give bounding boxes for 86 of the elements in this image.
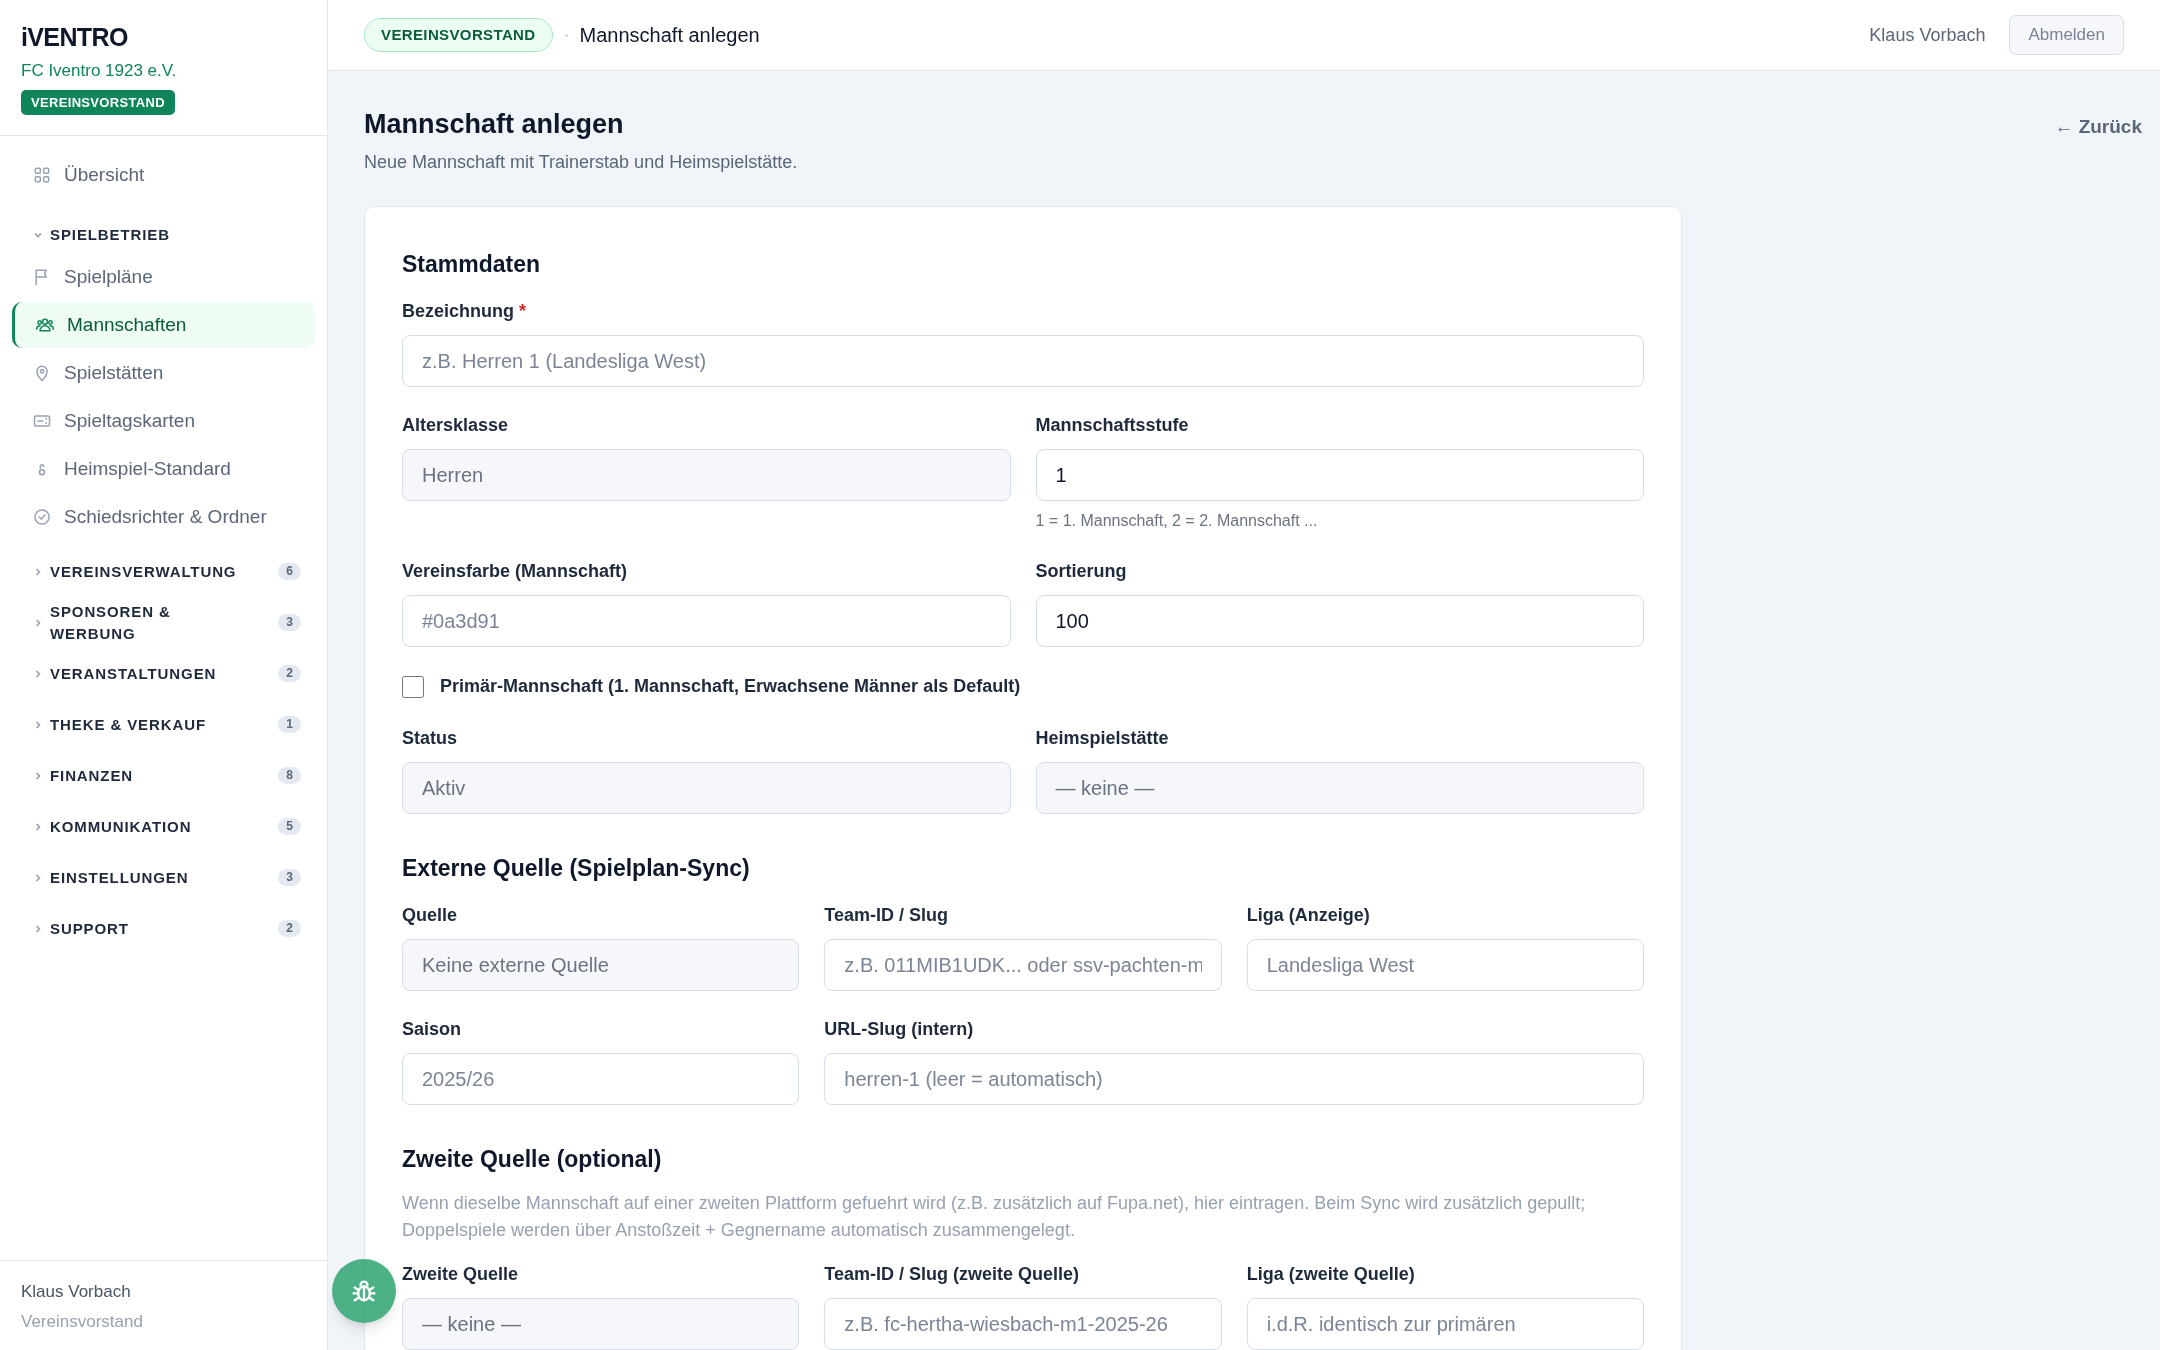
input-field[interactable]: 100 [1035,595,1644,647]
section-title: SPONSOREN & WERBUNG [50,601,172,644]
field-label: URL-Slug (intern) [824,1018,974,1041]
field-label: Quelle [402,904,458,927]
user-name: Klaus Vorbach [1869,23,1986,47]
section-description: Wenn dieselbe Mannschaft auf einer zweiten Plattform gefuehrt wird (z.B. zusätzlich auf Fupa.net), hier eintragen. Beim Sync wird zusätzlich gepullt; Doppelspiele werden über Anstoßzeit + Gegnername automatisch zusammengelegt. [402,1192,1587,1242]
checkbox-label: Primär-Mannschaft (1. Mannschaft, Erwachsene Männer als Default) [440,675,1021,698]
field-label: Sortierung [1035,560,1127,583]
field-label: Team-ID / Slug [824,904,948,927]
input-field[interactable]: herren-1 (leer = automatisch) [824,1053,1644,1105]
field-label: Status [402,727,457,750]
count-badge: 8 [278,767,301,784]
required-mark: * [519,300,527,323]
field-label: Liga (zweite Quelle) [1246,1263,1415,1286]
field-label: Altersklasse [402,414,509,437]
checkbox[interactable] [402,675,424,698]
section-title: KOMMUNIKATION [50,816,192,837]
field-label: Team-ID / Slug (zweite Quelle) [824,1263,1080,1286]
logout-button[interactable]: Abmelden [2009,15,2124,55]
back-link[interactable]: ← Zurück [2054,113,2142,142]
select-field[interactable]: Aktiv [402,762,1011,814]
nav-item[interactable]: Heimspiel-Standard [12,446,315,492]
nav-section-header[interactable]: EINSTELLUNGEN 3 [12,852,315,903]
nav-item[interactable]: Schiedsrichter & Ordner [12,494,315,540]
section-heading: Zweite Quelle (optional) [402,1145,663,1174]
role-badge: VEREINSVORSTAND [364,17,553,53]
section-title: THEKE & VERKAUF [50,714,206,735]
field-label: Saison [402,1018,462,1041]
nav-item[interactable]: Mannschaften [12,302,315,348]
input-field[interactable]: 2025/26 [402,1053,800,1105]
club-name: FC Iventro 1923 e.V. [21,60,178,82]
nav-section-header[interactable]: SPIELBETRIEB [12,216,315,254]
select-field[interactable]: Keine externe Quelle [402,939,800,991]
breadcrumb-current: Mannschaft anlegen [579,23,760,48]
field-label: Mannschaftsstufe [1035,414,1189,437]
section-title: SPIELBETRIEB [50,225,170,245]
select-field[interactable]: — keine — [1035,762,1644,814]
grid-icon [32,165,52,185]
page-title: Mannschaft anlegen [364,108,625,141]
check-badge-icon [32,507,52,527]
nav-section-header[interactable]: VEREINSVERWALTUNG 6 [12,546,315,597]
input-field[interactable]: i.d.R. identisch zur primären [1246,1298,1644,1350]
select-field[interactable]: — keine — [402,1298,800,1350]
input-field[interactable]: z.B. Herren 1 (Landesliga West) [402,335,1644,387]
section-title: VERANSTALTUNGEN [50,663,217,684]
nav-item[interactable]: Spielpläne [12,254,315,300]
field-label: Vereinsfarbe (Mannschaft) [402,560,628,583]
count-badge: 1 [278,716,301,733]
nav-item[interactable]: Übersicht [12,152,315,198]
input-field[interactable]: Landesliga West [1246,939,1644,991]
bug-report-button[interactable] [332,1259,396,1323]
section-title: EINSTELLUNGEN [50,867,189,888]
app-logo: iVENTRO [21,22,129,52]
section-heading: Externe Quelle (Spielplan-Sync) [402,854,751,883]
nav-item[interactable]: Spieltagskarten [12,398,315,444]
count-badge: 6 [278,563,301,580]
field-label: Bezeichnung [402,300,514,323]
count-badge: 2 [278,920,301,937]
nav-item[interactable]: Spielstätten [12,350,315,396]
page-subtitle: Neue Mannschaft mit Trainerstab und Heimspielstätte. [364,151,798,174]
input-field[interactable]: z.B. fc-hertha-wiesbach-m1-2025-26 [824,1298,1222,1350]
nav-section-header[interactable]: VERANSTALTUNGEN 2 [12,648,315,699]
input-field[interactable]: #0a3d91 [402,595,1011,647]
nav-section-header[interactable]: SPONSOREN & WERBUNG 3 [12,597,315,648]
section-title: FINANZEN [50,765,134,786]
count-badge: 3 [278,614,301,631]
user-name: Klaus Vorbach [21,1281,132,1303]
field-label: Heimspielstätte [1035,727,1169,750]
count-badge: 5 [278,818,301,835]
nav-section-header[interactable]: SUPPORT 2 [12,903,315,954]
field-label: Liga (Anzeige) [1246,904,1370,927]
field-label: Zweite Quelle [402,1263,519,1286]
section-title: SUPPORT [50,918,129,939]
nav-section-header[interactable]: KOMMUNIKATION 5 [12,801,315,852]
nav-section-header[interactable]: FINANZEN 8 [12,750,315,801]
user-role: Vereinsvorstand [21,1310,144,1333]
section-heading: Stammdaten [402,250,542,279]
section-title: VEREINSVERWALTUNG [50,561,237,582]
count-badge: 2 [278,665,301,682]
field-hint: 1 = 1. Mannschaft, 2 = 2. Mannschaft ... [1035,511,1319,531]
input-field[interactable]: 1 [1035,449,1644,501]
people-icon [35,315,55,335]
count-badge: 3 [278,869,301,886]
select-field[interactable]: Herren [402,449,1011,501]
role-badge: VEREINSVORSTAND [21,89,175,115]
nav-section-header[interactable]: THEKE & VERKAUF 1 [12,699,315,750]
